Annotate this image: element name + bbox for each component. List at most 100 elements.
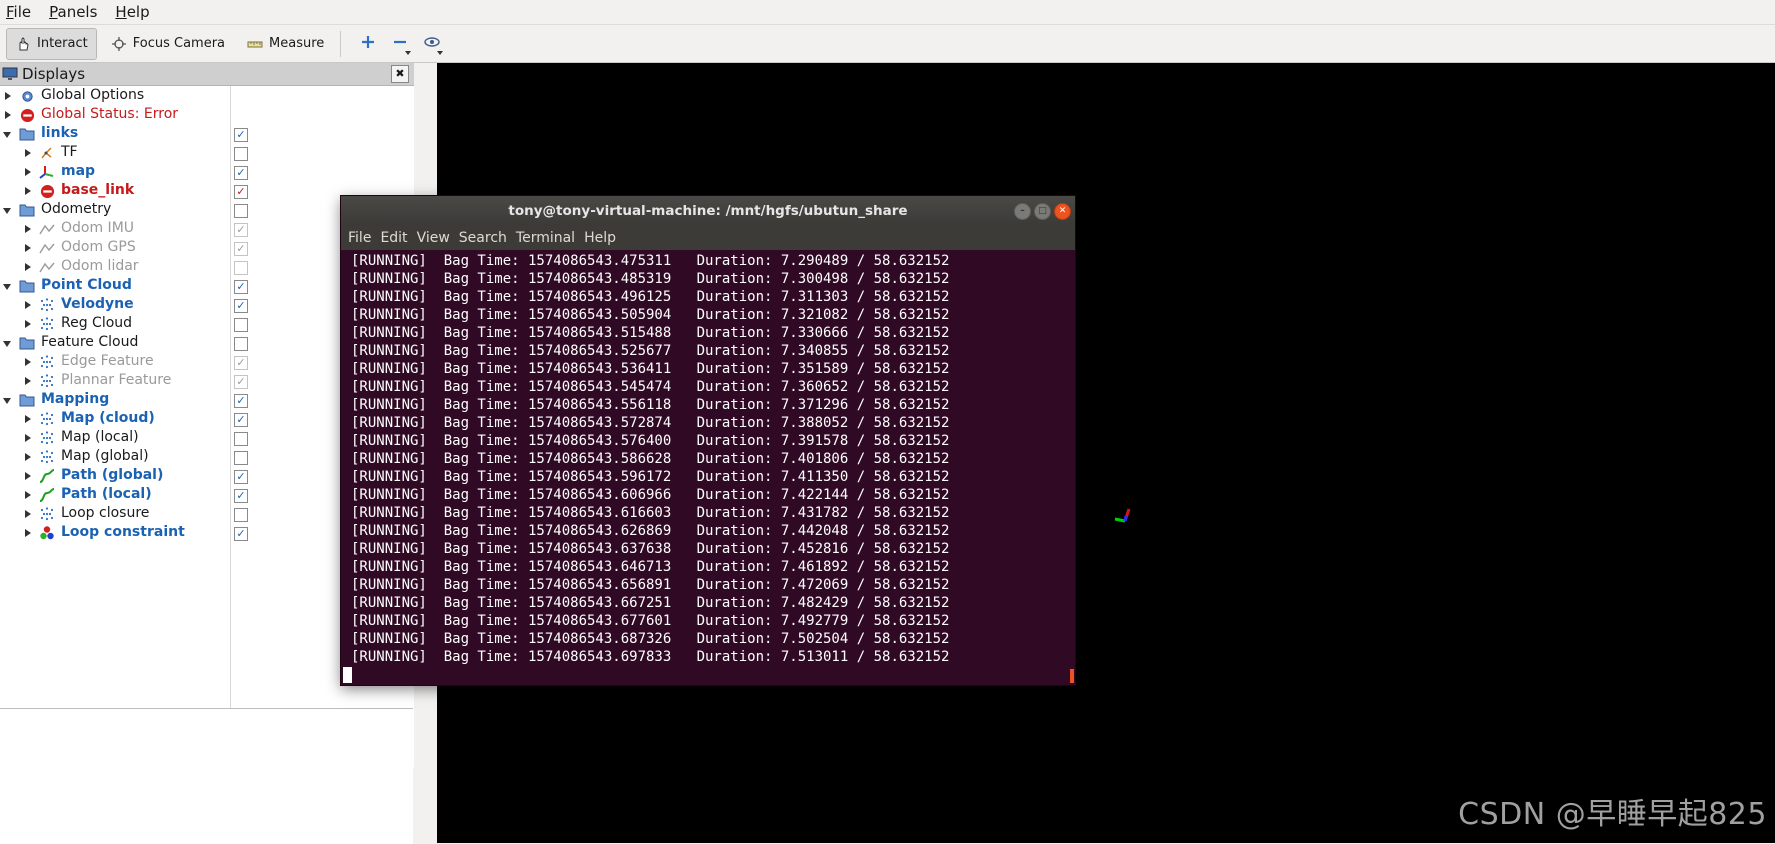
- expand-arrow-right-icon[interactable]: [25, 301, 31, 309]
- expand-arrow-down-icon[interactable]: [3, 132, 11, 138]
- terminal-output[interactable]: [RUNNING] Bag Time: 1574086543.475311 Du…: [341, 250, 1075, 666]
- menu-bar: File Panels Help: [0, 0, 1775, 25]
- expand-arrow-down-icon[interactable]: [3, 284, 11, 290]
- axes-marker: [1110, 505, 1140, 535]
- expand-arrow-right-icon[interactable]: [25, 263, 31, 271]
- pointcloud-icon: [39, 430, 55, 446]
- terminal-line: [RUNNING] Bag Time: 1574086543.687326 Du…: [351, 631, 950, 647]
- terminal-titlebar[interactable]: tony@tony-virtual-machine: /mnt/hgfs/ubu…: [341, 196, 1075, 226]
- add-tool-button[interactable]: [355, 31, 381, 57]
- enable-checkbox[interactable]: ✓: [234, 166, 248, 180]
- axes-icon: [39, 164, 55, 180]
- expand-arrow-down-icon[interactable]: [3, 208, 11, 214]
- terminal-menu-view[interactable]: View: [417, 230, 450, 246]
- enable-checkbox[interactable]: [234, 261, 248, 275]
- expand-arrow-down-icon[interactable]: [3, 341, 11, 347]
- terminal-title: tony@tony-virtual-machine: /mnt/hgfs/ubu…: [508, 203, 908, 219]
- terminal-menu-edit[interactable]: Edit: [380, 230, 407, 246]
- expand-arrow-right-icon[interactable]: [25, 434, 31, 442]
- enable-checkbox[interactable]: ✓: [234, 223, 248, 237]
- enable-checkbox[interactable]: ✓: [234, 394, 248, 408]
- interact-button[interactable]: Interact: [6, 27, 97, 60]
- expand-arrow-right-icon[interactable]: [25, 529, 31, 537]
- expand-arrow-down-icon[interactable]: [3, 398, 11, 404]
- display-item-tf[interactable]: TF: [0, 144, 414, 163]
- expand-arrow-right-icon[interactable]: [25, 320, 31, 328]
- expand-arrow-right-icon[interactable]: [25, 168, 31, 176]
- text-cursor: [343, 667, 352, 683]
- pointcloud-icon: [39, 354, 55, 370]
- expand-arrow-right-icon[interactable]: [25, 491, 31, 499]
- terminal-line: [RUNNING] Bag Time: 1574086543.626869 Du…: [351, 523, 950, 539]
- expand-arrow-right-icon[interactable]: [25, 415, 31, 423]
- view-tool-button[interactable]: [419, 31, 445, 57]
- path-icon: [39, 487, 55, 503]
- enable-checkbox[interactable]: ✓: [234, 527, 248, 541]
- enable-checkbox[interactable]: ✓: [234, 356, 248, 370]
- folder-icon: [19, 278, 35, 294]
- minimize-button[interactable]: –: [1014, 203, 1031, 220]
- display-item-label: Path (local): [61, 486, 152, 502]
- display-item-global-status-error[interactable]: Global Status: Error: [0, 106, 414, 125]
- expand-arrow-right-icon[interactable]: [5, 92, 11, 100]
- enable-checkbox[interactable]: ✓: [234, 413, 248, 427]
- plus-icon: [360, 34, 376, 54]
- terminal-line: [RUNNING] Bag Time: 1574086543.545474 Du…: [351, 379, 950, 395]
- enable-checkbox[interactable]: [234, 508, 248, 522]
- terminal-menu-search[interactable]: Search: [459, 230, 507, 246]
- expand-arrow-right-icon[interactable]: [25, 149, 31, 157]
- focus-camera-button[interactable]: Focus Camera: [103, 29, 233, 59]
- expand-arrow-right-icon[interactable]: [5, 111, 11, 119]
- expand-arrow-right-icon[interactable]: [25, 377, 31, 385]
- display-item-label: Odometry: [41, 201, 112, 217]
- enable-checkbox[interactable]: ✓: [234, 489, 248, 503]
- expand-arrow-right-icon[interactable]: [25, 510, 31, 518]
- expand-arrow-right-icon[interactable]: [25, 187, 31, 195]
- close-window-button[interactable]: ✕: [1054, 203, 1071, 220]
- enable-checkbox[interactable]: [234, 147, 248, 161]
- enable-checkbox[interactable]: [234, 432, 248, 446]
- properties-area: [0, 708, 413, 844]
- enable-checkbox[interactable]: ✓: [234, 375, 248, 389]
- close-panel-button[interactable]: ✖: [391, 65, 409, 83]
- scroll-indicator[interactable]: [1070, 669, 1074, 683]
- enable-checkbox[interactable]: ✓: [234, 128, 248, 142]
- menu-help[interactable]: Help: [115, 3, 149, 21]
- odometry-icon: [39, 259, 55, 275]
- enable-checkbox[interactable]: [234, 204, 248, 218]
- measure-label: Measure: [269, 36, 325, 51]
- enable-checkbox[interactable]: [234, 451, 248, 465]
- terminal-menu-help[interactable]: Help: [584, 230, 616, 246]
- enable-checkbox[interactable]: [234, 337, 248, 351]
- toolbar-separator: [340, 30, 342, 57]
- display-item-label: Feature Cloud: [41, 334, 139, 350]
- maximize-button[interactable]: □: [1034, 203, 1051, 220]
- chevron-down-icon: [437, 50, 444, 55]
- measure-button[interactable]: Measure: [239, 29, 332, 59]
- expand-arrow-right-icon[interactable]: [25, 453, 31, 461]
- display-item-label: links: [41, 125, 79, 141]
- enable-checkbox[interactable]: ✓: [234, 280, 248, 294]
- terminal-window[interactable]: tony@tony-virtual-machine: /mnt/hgfs/ubu…: [341, 196, 1075, 685]
- menu-panels[interactable]: Panels: [49, 3, 97, 21]
- display-item-global-options[interactable]: Global Options: [0, 87, 414, 106]
- enable-checkbox[interactable]: ✓: [234, 242, 248, 256]
- terminal-menu-terminal[interactable]: Terminal: [516, 230, 575, 246]
- watermark: CSDN @早睡早起825: [1458, 797, 1767, 832]
- remove-tool-button[interactable]: [387, 31, 413, 57]
- display-item-links[interactable]: links ✓: [0, 125, 414, 144]
- display-item-map[interactable]: map ✓: [0, 163, 414, 182]
- enable-checkbox[interactable]: [234, 318, 248, 332]
- enable-checkbox[interactable]: ✓: [234, 470, 248, 484]
- expand-arrow-right-icon[interactable]: [25, 225, 31, 233]
- menu-file[interactable]: File: [6, 3, 31, 21]
- enable-checkbox[interactable]: ✓: [234, 299, 248, 313]
- terminal-line: [RUNNING] Bag Time: 1574086543.637638 Du…: [351, 541, 950, 557]
- pointcloud-icon: [39, 373, 55, 389]
- expand-arrow-right-icon[interactable]: [25, 472, 31, 480]
- terminal-line: [RUNNING] Bag Time: 1574086543.536411 Du…: [351, 361, 950, 377]
- terminal-menu-file[interactable]: File: [348, 230, 371, 246]
- enable-checkbox[interactable]: ✓: [234, 185, 248, 199]
- expand-arrow-right-icon[interactable]: [25, 358, 31, 366]
- expand-arrow-right-icon[interactable]: [25, 244, 31, 252]
